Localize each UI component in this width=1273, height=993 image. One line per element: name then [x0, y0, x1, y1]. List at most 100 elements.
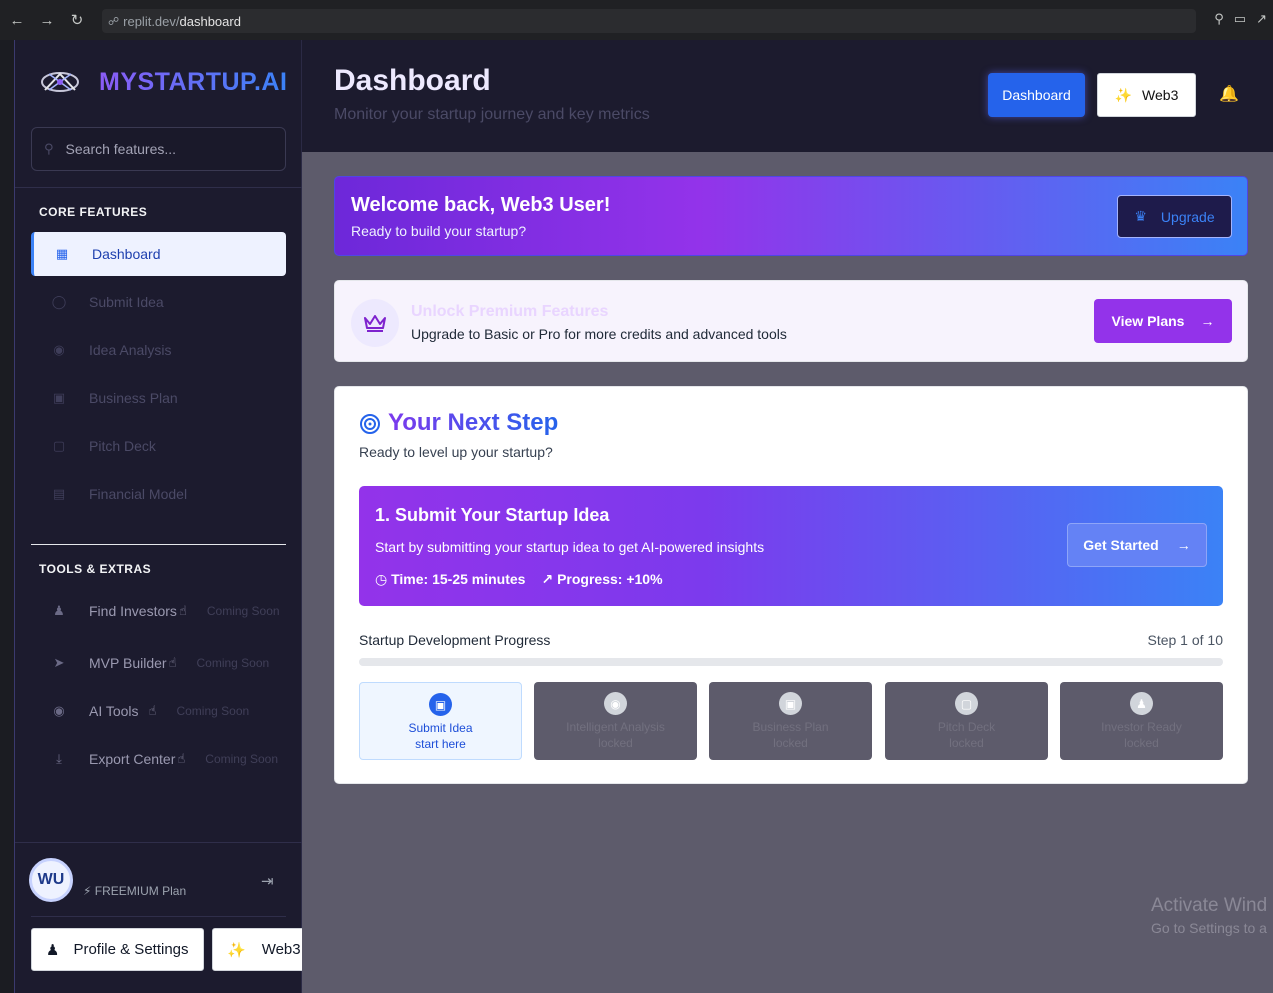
main-content: Dashboard Monitor your startup journey a…: [302, 40, 1273, 993]
next-step-card: Your Next Step Ready to level up your st…: [334, 386, 1248, 784]
avatar[interactable]: WU: [29, 858, 73, 902]
back-icon[interactable]: ←: [4, 12, 30, 29]
window-edge: [0, 40, 14, 993]
tile-name: Business Plan: [752, 720, 829, 734]
core-features-heading: CORE FEATURES: [39, 205, 148, 219]
bell-icon[interactable]: 🔔: [1219, 84, 1239, 104]
lock-icon: ☝: [177, 751, 186, 766]
page-title: Dashboard: [334, 64, 491, 97]
get-started-button[interactable]: Get Started →: [1067, 523, 1207, 567]
tile-state: locked: [1124, 736, 1159, 750]
url-path: dashboard: [179, 13, 241, 29]
page-header: Dashboard Monitor your startup journey a…: [302, 40, 1273, 152]
tile-state: start here: [415, 737, 466, 751]
profile-settings-button[interactable]: ♟ Profile & Settings: [31, 928, 204, 971]
sidebar: MYSTARTUP.AI ⚲ CORE FEATURES ▦ Dashboard…: [14, 40, 310, 993]
user-profile[interactable]: WU: [29, 858, 73, 902]
sidebar-item-label: Pitch Deck: [89, 438, 156, 454]
milestone-tile-pitch-deck: ▢ Pitch Deck locked: [885, 682, 1048, 760]
web3-sidebar-button[interactable]: ✨ Web3: [212, 928, 310, 971]
footer-divider: [15, 842, 302, 843]
sidebar-item-submit-idea[interactable]: ◯ Submit Idea: [31, 280, 286, 324]
dashboard-button[interactable]: Dashboard: [988, 73, 1085, 117]
tile-name: Submit Idea: [408, 721, 473, 735]
tile-state: locked: [598, 736, 633, 750]
current-step-panel: 1. Submit Your Startup Idea Start by sub…: [359, 486, 1223, 606]
sparkles-icon: ✨: [227, 941, 246, 959]
brand-logo[interactable]: MYSTARTUP.AI: [37, 64, 287, 100]
sidebar-item-find-investors[interactable]: ♟ Find Investors ☝ Coming Soon: [31, 591, 301, 631]
step-description: Start by submitting your startup idea to…: [375, 539, 765, 555]
progress-bar: [359, 658, 1223, 666]
grid-icon: ▦: [55, 246, 69, 261]
sidebar-item-label: Find Investors: [89, 603, 177, 619]
sidebar-item-business-plan[interactable]: ▣ Business Plan: [31, 376, 286, 420]
sidebar-item-pitch-deck[interactable]: ▢ Pitch Deck: [31, 424, 286, 468]
site-info-icon[interactable]: ☍: [108, 15, 119, 28]
windows-activation-subtext: Go to Settings to a: [1151, 920, 1267, 936]
cast-icon[interactable]: ▭: [1234, 11, 1246, 27]
upgrade-button[interactable]: ♛ Upgrade: [1117, 195, 1232, 238]
sidebar-item-mvp-builder[interactable]: ➤ MVP Builder ☝ Coming Soon: [31, 643, 301, 683]
coming-soon-badge: Coming Soon: [206, 604, 280, 618]
milestone-tile-submit-idea[interactable]: ▣ Submit Idea start here: [359, 682, 522, 760]
coming-soon-badge: Coming Soon: [196, 656, 270, 670]
sidebar-item-label: Submit Idea: [89, 294, 164, 310]
tile-name: Intelligent Analysis: [566, 720, 665, 734]
trending-up-icon: ↗: [541, 571, 554, 587]
reload-icon[interactable]: ↻: [64, 11, 90, 29]
document-icon: ▣: [429, 693, 452, 716]
brand-name: MYSTARTUP.AI: [99, 67, 288, 96]
feature-search[interactable]: ⚲: [31, 127, 286, 171]
forward-icon[interactable]: →: [34, 12, 60, 29]
step-time: ◷ Time: 15-25 minutes: [375, 571, 525, 588]
footer-divider-2: [31, 916, 286, 917]
sidebar-item-idea-analysis[interactable]: ◉ Idea Analysis: [31, 328, 286, 372]
target-icon: [360, 414, 380, 434]
key-icon[interactable]: ⚲: [1214, 11, 1224, 27]
open-external-icon[interactable]: ↗: [1256, 11, 1267, 27]
brain-icon: ◉: [604, 692, 627, 715]
sidebar-divider: [15, 187, 302, 188]
sidebar-item-label: AI Tools: [89, 703, 139, 719]
coming-soon-badge: Coming Soon: [205, 752, 279, 766]
sidebar-item-dashboard[interactable]: ▦ Dashboard: [31, 232, 286, 276]
button-label: Profile & Settings: [73, 941, 189, 958]
presentation-icon: ▢: [955, 692, 978, 715]
lock-icon: ☝: [178, 603, 187, 618]
button-label: Web3: [1142, 87, 1179, 103]
progress-step: Step 1 of 10: [1147, 632, 1223, 648]
bolt-icon: ⚡: [83, 884, 92, 898]
users-icon: ♟: [53, 603, 65, 618]
sidebar-item-label: Export Center: [89, 751, 176, 767]
sidebar-item-label: Dashboard: [92, 246, 161, 262]
tools-extras-heading: TOOLS & EXTRAS: [39, 562, 152, 576]
next-step-subtitle: Ready to level up your startup?: [359, 444, 553, 460]
calculator-icon: ▤: [52, 486, 66, 501]
step-title: 1. Submit Your Startup Idea: [375, 505, 610, 525]
premium-title: Unlock Premium Features: [411, 303, 609, 320]
welcome-subtitle: Ready to build your startup?: [351, 223, 527, 239]
welcome-banner: Welcome back, Web3 User! Ready to build …: [334, 176, 1248, 256]
arrow-right-icon: →: [1176, 537, 1191, 553]
address-bar[interactable]: ☍ replit.dev/dashboard: [102, 9, 1196, 33]
sidebar-item-export-center[interactable]: ⤓ Export Center ☝ Coming Soon: [31, 739, 301, 779]
logout-icon[interactable]: ⇥: [261, 872, 274, 890]
tile-state: locked: [773, 736, 808, 750]
web3-header-button[interactable]: ✨ Web3: [1097, 73, 1196, 117]
brain-icon: ◉: [53, 703, 65, 718]
step-progress: ↗ Progress: +10%: [541, 571, 662, 588]
clock-icon: ◷: [375, 571, 388, 587]
lock-icon: ☝: [168, 655, 177, 670]
button-label: View Plans: [1111, 313, 1185, 329]
sidebar-item-financial-model[interactable]: ▤ Financial Model: [31, 472, 286, 516]
sidebar-item-ai-tools[interactable]: ◉ AI Tools ☝ Coming Soon: [31, 691, 301, 731]
view-plans-button[interactable]: View Plans →: [1094, 299, 1232, 343]
sidebar-item-label: Business Plan: [89, 390, 178, 406]
next-step-title: Your Next Step: [388, 409, 559, 436]
page-subtitle: Monitor your startup journey and key met…: [334, 106, 650, 123]
search-input[interactable]: [65, 141, 266, 157]
button-label: Get Started: [1083, 537, 1159, 553]
time-text: Time: 15-25 minutes: [391, 571, 526, 587]
sidebar-item-label: Financial Model: [89, 486, 188, 502]
